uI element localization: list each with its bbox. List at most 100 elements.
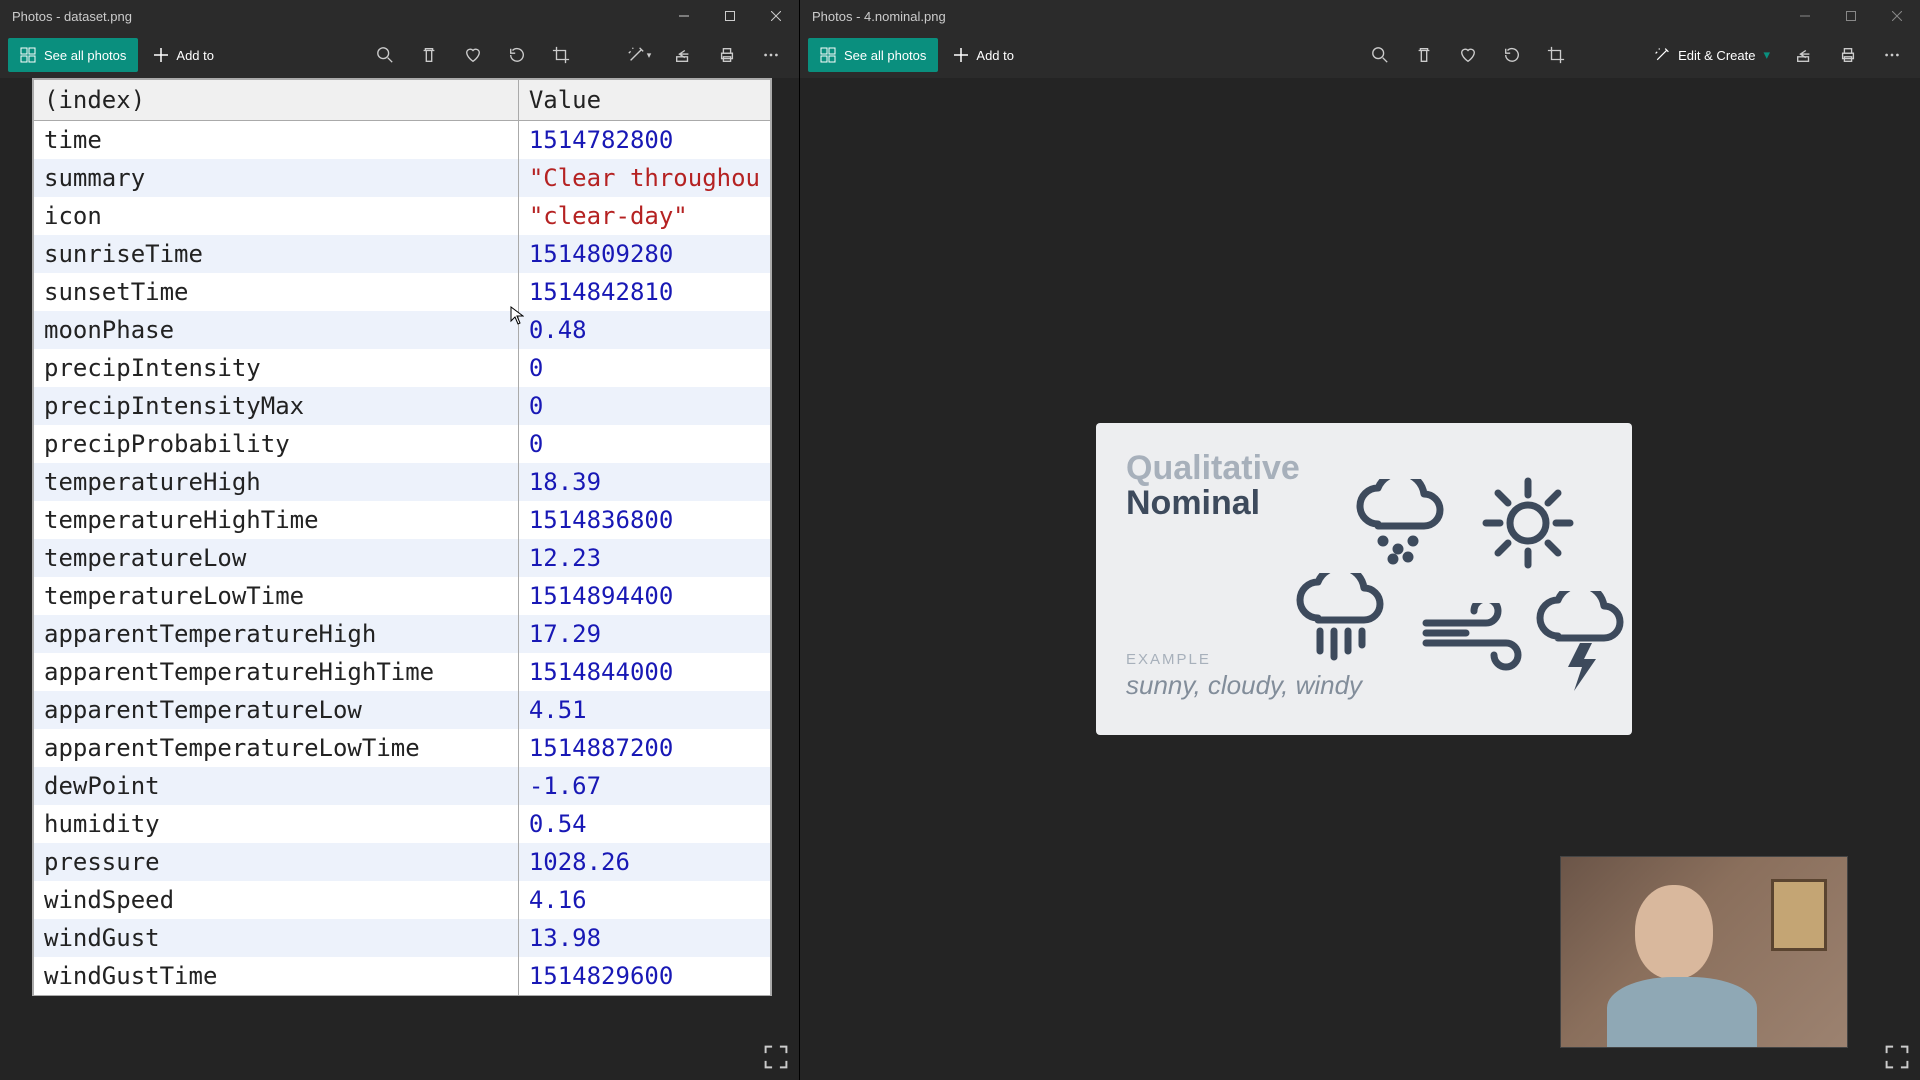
table-cell-value: 12.23 [518,539,770,577]
table-cell-value: 1514842810 [518,273,770,311]
rain-cloud-icon [1288,573,1398,673]
rotate-icon [1503,46,1521,64]
table-row: moonPhase0.48 [34,311,771,349]
edit-button[interactable]: ▾ [619,35,659,75]
edit-create-button[interactable]: Edit & Create ▾ [1644,47,1780,63]
wind-icon [1416,603,1526,673]
zoom-icon [376,46,394,64]
maximize-button[interactable] [707,0,753,32]
delete-button[interactable] [1404,35,1444,75]
table-row: precipProbability0 [34,425,771,463]
table-cell-value: 1514836800 [518,501,770,539]
table-row: windGust13.98 [34,919,771,957]
close-button[interactable] [1874,0,1920,32]
maximize-button[interactable] [1828,0,1874,32]
table-cell-value: 1514844000 [518,653,770,691]
table-cell-key: temperatureLow [34,539,519,577]
zoom-button[interactable] [1360,35,1400,75]
minimize-button[interactable] [1782,0,1828,32]
photos-window-right: Photos - 4.nominal.png See all photos Ad… [800,0,1920,1080]
add-to-label: Add to [176,48,214,63]
add-to-button[interactable]: Add to [142,38,226,72]
edit-create-label: Edit & Create [1678,48,1755,63]
crop-button[interactable] [541,35,581,75]
share-button[interactable] [1784,35,1824,75]
dataset-table-image: (index) Value time1514782800summary"Clea… [32,78,772,996]
chevron-down-icon: ▾ [1763,47,1770,63]
table-cell-key: windGustTime [34,957,519,995]
table-row: temperatureLow12.23 [34,539,771,577]
print-icon [1839,46,1857,64]
rotate-button[interactable] [1492,35,1532,75]
table-cell-key: sunsetTime [34,273,519,311]
see-all-photos-button[interactable]: See all photos [8,38,138,72]
table-cell-key: windSpeed [34,881,519,919]
table-cell-key: temperatureHighTime [34,501,519,539]
sun-icon [1478,473,1578,573]
rotate-icon [508,46,526,64]
image-viewport-left[interactable]: (index) Value time1514782800summary"Clea… [0,78,799,1080]
table-header-value: Value [518,80,770,121]
more-button[interactable] [1872,35,1912,75]
delete-button[interactable] [409,35,449,75]
table-cell-value: 0.54 [518,805,770,843]
trash-icon [420,46,438,64]
table-cell-key: icon [34,197,519,235]
favorite-button[interactable] [1448,35,1488,75]
see-all-label: See all photos [844,48,926,63]
see-all-label: See all photos [44,48,126,63]
table-cell-key: precipIntensity [34,349,519,387]
minimize-button[interactable] [661,0,707,32]
fullscreen-button[interactable] [1884,1044,1910,1070]
add-to-button[interactable]: Add to [942,38,1026,72]
table-cell-value: 0.48 [518,311,770,349]
table-cell-key: apparentTemperatureHigh [34,615,519,653]
table-cell-key: apparentTemperatureLowTime [34,729,519,767]
print-button[interactable] [707,35,747,75]
titlebar-right[interactable]: Photos - 4.nominal.png [800,0,1920,32]
see-all-photos-button[interactable]: See all photos [808,38,938,72]
favorite-button[interactable] [453,35,493,75]
nominal-card-image: Qualitative Nominal EXAMPLE sunny, cloud… [1096,423,1632,735]
fullscreen-button[interactable] [763,1044,789,1070]
table-row: apparentTemperatureLowTime1514887200 [34,729,771,767]
crop-button[interactable] [1536,35,1576,75]
image-viewport-right[interactable]: Qualitative Nominal EXAMPLE sunny, cloud… [800,78,1920,1080]
print-button[interactable] [1828,35,1868,75]
table-cell-value: 0 [518,349,770,387]
table-cell-value: 4.51 [518,691,770,729]
crop-icon [552,46,570,64]
table-row: humidity0.54 [34,805,771,843]
table-cell-key: apparentTemperatureHighTime [34,653,519,691]
rotate-button[interactable] [497,35,537,75]
table-row: apparentTemperatureHigh17.29 [34,615,771,653]
table-row: windGustTime1514829600 [34,957,771,995]
table-row: time1514782800 [34,121,771,160]
table-row: temperatureLowTime1514894400 [34,577,771,615]
wand-icon [1654,47,1670,63]
share-icon [1795,46,1813,64]
trash-icon [1415,46,1433,64]
more-button[interactable] [751,35,791,75]
zoom-button[interactable] [365,35,405,75]
table-cell-value: 4.16 [518,881,770,919]
table-cell-key: precipProbability [34,425,519,463]
grid-icon [820,47,836,63]
table-cell-value: 1028.26 [518,843,770,881]
table-cell-value: 1514809280 [518,235,770,273]
toolbar-left: See all photos Add to ▾ [0,32,799,78]
share-button[interactable] [663,35,703,75]
close-button[interactable] [753,0,799,32]
table-row: summary"Clear throughou [34,159,771,197]
storm-cloud-icon [1528,591,1638,701]
table-cell-key: temperatureHigh [34,463,519,501]
table-cell-value: 1514894400 [518,577,770,615]
heart-icon [464,46,482,64]
titlebar-left[interactable]: Photos - dataset.png [0,0,799,32]
webcam-overlay [1560,856,1848,1048]
table-cell-key: dewPoint [34,767,519,805]
table-row: temperatureHigh18.39 [34,463,771,501]
table-cell-key: temperatureLowTime [34,577,519,615]
photos-window-left: Photos - dataset.png See all photos Add … [0,0,800,1080]
add-to-label: Add to [976,48,1014,63]
